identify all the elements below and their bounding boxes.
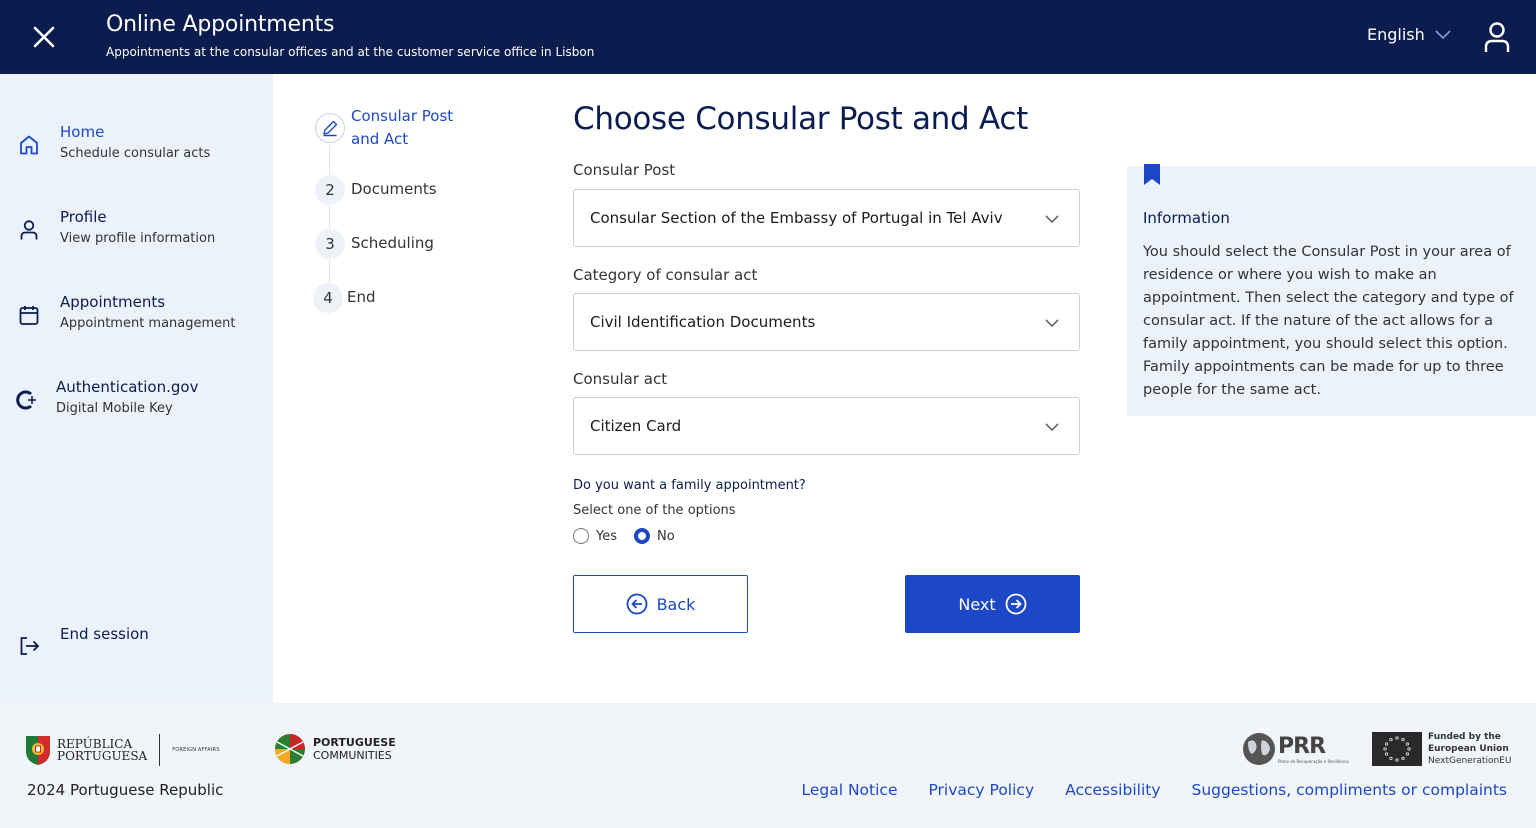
- end-session-label: End session: [60, 625, 149, 643]
- arrow-left-circle-icon: [626, 593, 647, 615]
- consular-post-label: Consular Post: [573, 161, 676, 179]
- sidebar-item-label: Home: [60, 123, 105, 141]
- step-number: 4: [313, 283, 343, 313]
- eu-funding-logo: Funded by the European Union NextGenerat…: [1372, 731, 1511, 767]
- close-icon: [33, 26, 55, 48]
- category-label: Category of consular act: [573, 266, 758, 284]
- suggestions-link[interactable]: Suggestions, compliments or complaints: [1192, 781, 1507, 799]
- family-appointment-question: Do you want a family appointment?: [573, 478, 806, 493]
- copyright-text: 2024 Portuguese Republic: [27, 781, 224, 799]
- information-text: You should select the Consular Post in y…: [1143, 244, 1514, 398]
- eu-flag-icon: [1372, 732, 1422, 766]
- sidebar-item-sublabel: Digital Mobile Key: [56, 401, 173, 416]
- sidebar-item-appointments[interactable]: Appointments Appointment management: [0, 293, 273, 353]
- chevron-down-icon: [1045, 215, 1059, 224]
- key-icon: [15, 388, 39, 412]
- next-button[interactable]: Next: [905, 575, 1080, 633]
- legal-notice-link[interactable]: Legal Notice: [801, 781, 897, 799]
- sidebar-item-sublabel: View profile information: [60, 231, 216, 246]
- rp-line2: PORTUGUESA: [57, 749, 148, 763]
- category-select[interactable]: Civil Identification Documents: [573, 293, 1080, 351]
- sidebar: Home Schedule consular acts Profile View…: [0, 74, 273, 703]
- communities-emblem-icon: [275, 734, 305, 764]
- radio-yes-label: Yes: [596, 528, 617, 544]
- logo-divider: [159, 734, 161, 766]
- consular-post-value: Consular Section of the Embassy of Portu…: [590, 209, 1003, 227]
- sidebar-item-sublabel: Appointment management: [60, 316, 236, 331]
- footer: REPÚBLICA PORTUGUESA FOREIGN AFFAIRS POR…: [0, 703, 1536, 828]
- sidebar-item-sublabel: Schedule consular acts: [60, 146, 211, 161]
- back-label: Back: [656, 594, 696, 614]
- radio-no-circle[interactable]: [634, 528, 650, 544]
- next-label: Next: [958, 594, 996, 614]
- language-label: English: [1367, 25, 1425, 44]
- app-subtitle: Appointments at the consular offices and…: [106, 45, 595, 59]
- category-value: Civil Identification Documents: [590, 313, 816, 331]
- pencil-icon: [323, 120, 338, 137]
- radio-yes-circle[interactable]: [573, 528, 589, 544]
- family-appointment-radio-group: Yes No: [573, 528, 692, 544]
- eu-line2: European Union: [1428, 744, 1509, 754]
- user-icon: [17, 218, 41, 242]
- step-label: Scheduling: [351, 234, 434, 252]
- consular-act-select[interactable]: Citizen Card: [573, 397, 1080, 455]
- close-button[interactable]: [26, 19, 62, 55]
- eu-line1: Funded by the: [1428, 732, 1501, 742]
- chevron-down-icon: [1045, 319, 1059, 328]
- sidebar-item-home[interactable]: Home Schedule consular acts: [0, 123, 273, 183]
- eu-funding-text: Funded by the European Union NextGenerat…: [1428, 731, 1511, 767]
- step-label: End: [347, 288, 376, 306]
- step-label: Consular Post and Act: [351, 107, 454, 148]
- logout-icon: [17, 634, 41, 658]
- globe-icon: [1243, 733, 1275, 765]
- information-panel: Information You should select the Consul…: [1127, 164, 1536, 416]
- information-title: Information: [1143, 209, 1230, 227]
- prr-text: PRR: [1278, 734, 1326, 759]
- user-account-button[interactable]: [1480, 18, 1514, 56]
- radio-no-label: No: [657, 528, 675, 544]
- pc-line1: PORTUGUESE: [313, 736, 396, 749]
- sidebar-item-profile[interactable]: Profile View profile information: [0, 208, 273, 268]
- sidebar-item-label: Appointments: [60, 293, 166, 311]
- arrow-right-circle-icon: [1005, 593, 1027, 615]
- step-label: Documents: [351, 180, 437, 198]
- consular-act-label: Consular act: [573, 370, 668, 388]
- sidebar-item-label: Authentication.gov: [56, 378, 199, 396]
- prr-logo: PRR Plano de Recuperação e Resiliência: [1242, 732, 1349, 766]
- bookmark-icon: [1144, 164, 1160, 185]
- radio-no[interactable]: No: [634, 528, 675, 544]
- foreign-affairs-text: FOREIGN AFFAIRS: [172, 747, 220, 753]
- republica-portuguesa-logo: REPÚBLICA PORTUGUESA FOREIGN AFFAIRS: [25, 731, 225, 769]
- page-title: Choose Consular Post and Act: [573, 101, 1028, 137]
- step-indicator: [315, 113, 345, 143]
- end-session-button[interactable]: End session: [0, 624, 273, 684]
- calendar-icon: [17, 303, 41, 327]
- language-selector[interactable]: English: [1367, 25, 1451, 44]
- eu-line3: NextGenerationEU: [1428, 756, 1512, 766]
- chevron-down-icon: [1435, 29, 1451, 39]
- portugal-shield-icon: [26, 736, 50, 765]
- republica-portuguesa-text: REPÚBLICA PORTUGUESA: [57, 738, 147, 762]
- step-number: 2: [315, 175, 345, 205]
- step-number: 3: [315, 229, 345, 259]
- chevron-down-icon: [1045, 423, 1059, 432]
- footer-links: Legal Notice Privacy Policy Accessibilit…: [801, 781, 1507, 799]
- sidebar-item-authentication[interactable]: Authentication.gov Digital Mobile Key: [0, 378, 273, 438]
- consular-act-value: Citizen Card: [590, 417, 682, 435]
- select-option-hint: Select one of the options: [573, 503, 736, 518]
- app-header: Online Appointments Appointments at the …: [0, 0, 1536, 74]
- sidebar-item-label: Profile: [60, 208, 107, 226]
- radio-yes[interactable]: Yes: [573, 528, 617, 544]
- portuguese-communities-logo: PORTUGUESE COMMUNITIES: [274, 733, 396, 765]
- portuguese-communities-text: PORTUGUESE COMMUNITIES: [313, 736, 396, 762]
- user-icon: [1484, 22, 1510, 52]
- pc-line2: COMMUNITIES: [313, 749, 392, 762]
- privacy-policy-link[interactable]: Privacy Policy: [928, 781, 1034, 799]
- back-button[interactable]: Back: [573, 575, 748, 633]
- app-title: Online Appointments: [106, 12, 335, 37]
- prr-subtitle: Plano de Recuperação e Resiliência: [1278, 759, 1349, 764]
- accessibility-link[interactable]: Accessibility: [1065, 781, 1160, 799]
- home-icon: [17, 133, 41, 157]
- consular-post-select[interactable]: Consular Section of the Embassy of Portu…: [573, 189, 1080, 247]
